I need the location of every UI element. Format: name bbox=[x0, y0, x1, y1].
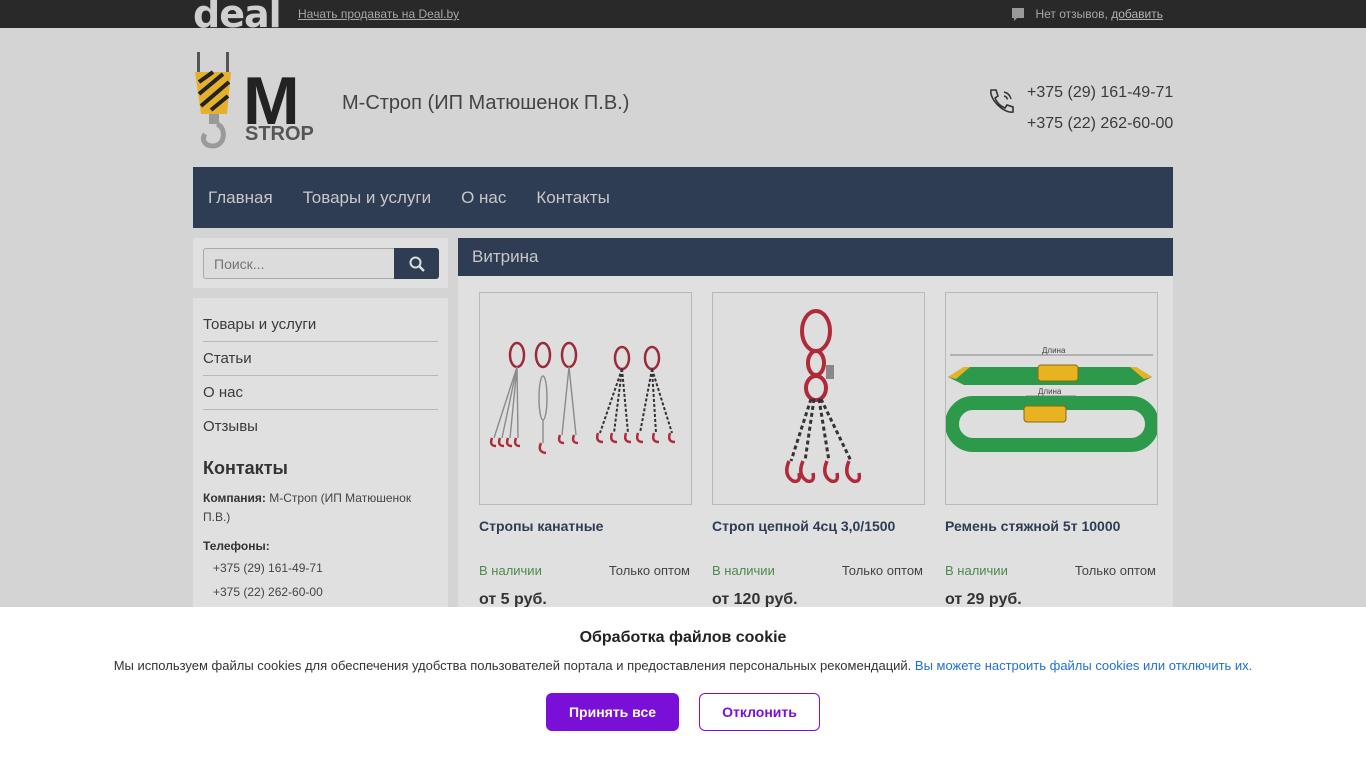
product-title[interactable]: Ремень стяжной 5т 10000 bbox=[945, 518, 1158, 558]
reviews-text: Нет отзывов, bbox=[1035, 7, 1108, 21]
hook-logo-icon: M STROP bbox=[195, 52, 314, 149]
stock-status: В наличии bbox=[479, 563, 542, 578]
product-card[interactable]: Строп цепной 4сц 3,0/1500 В наличии Толь… bbox=[712, 292, 925, 609]
contacts-title: Контакты bbox=[203, 458, 288, 478]
logo-word: STROP bbox=[245, 123, 314, 145]
product-image[interactable] bbox=[479, 292, 692, 505]
product-card[interactable]: Стропы канатные В наличии Только оптом о… bbox=[479, 292, 692, 609]
cookie-text: Мы используем файлы cookies для обеспече… bbox=[0, 658, 1366, 673]
stock-status: В наличии bbox=[945, 563, 1008, 578]
sidebar-item-products[interactable]: Товары и услуги bbox=[203, 308, 438, 342]
search-icon bbox=[409, 256, 425, 272]
cookie-buttons: Принять все Отклонить bbox=[0, 693, 1366, 731]
cookie-description: Мы используем файлы cookies для обеспече… bbox=[113, 658, 912, 673]
wholesale-label: Только оптом bbox=[608, 563, 690, 578]
sidebar: Товары и услуги Статьи О нас Отзывы Конт… bbox=[193, 298, 448, 618]
product-meta: В наличии Только оптом bbox=[945, 563, 1158, 578]
nav-item-home[interactable]: Главная bbox=[208, 188, 273, 208]
sidebar-item-about[interactable]: О нас bbox=[203, 376, 438, 410]
phones-label: Телефоны: bbox=[203, 539, 270, 553]
stock-status: В наличии bbox=[712, 563, 775, 578]
ratchet-strap-image: Длина Длина bbox=[946, 346, 1157, 452]
product-title[interactable]: Строп цепной 4сц 3,0/1500 bbox=[712, 518, 925, 558]
product-image[interactable]: Длина Длина bbox=[945, 292, 1158, 505]
cookie-banner: Обработка файлов cookie Мы используем фа… bbox=[0, 607, 1366, 768]
showcase: Витрина Стропы канатные В наличии Только… bbox=[458, 238, 1173, 618]
phone-icon bbox=[990, 89, 1014, 113]
header-phones: +375 (29) 161-49-71 +375 (22) 262-60-00 bbox=[1027, 77, 1173, 139]
search-box bbox=[193, 238, 448, 288]
product-title[interactable]: Стропы канатные bbox=[479, 518, 692, 558]
wholesale-label: Только оптом bbox=[841, 563, 923, 578]
cookie-title: Обработка файлов cookie bbox=[579, 629, 787, 646]
add-review-link[interactable]: добавить bbox=[1111, 7, 1163, 21]
sidebar-item-articles[interactable]: Статьи bbox=[203, 342, 438, 376]
rope-slings-image bbox=[489, 341, 676, 455]
product-meta: В наличии Только оптом bbox=[479, 563, 692, 578]
reviews-info: Нет отзывов, добавить bbox=[1035, 7, 1163, 21]
contact-company: Компания: М-Строп (ИП Матюшенок П.В.) bbox=[203, 489, 438, 527]
nav-item-contacts[interactable]: Контакты bbox=[536, 188, 609, 208]
comment-icon bbox=[1012, 8, 1024, 21]
header-phone[interactable]: +375 (29) 161-49-71 bbox=[1027, 77, 1173, 108]
cookie-settings-link[interactable]: Вы можете настроить файлы cookies или от… bbox=[915, 658, 1252, 673]
wholesale-label: Только оптом bbox=[1074, 563, 1156, 578]
search-button[interactable] bbox=[394, 248, 439, 279]
top-bar: deal Начать продавать на Deal.by Нет отз… bbox=[0, 0, 1366, 34]
product-image[interactable] bbox=[712, 292, 925, 505]
length-label: Длина bbox=[1042, 346, 1066, 355]
company-name: М-Строп (ИП Матюшенок П.В.) bbox=[342, 92, 630, 114]
sidebar-menu: Товары и услуги Статьи О нас Отзывы bbox=[203, 308, 438, 444]
product-card[interactable]: Длина Длина Ремень стяжной 5т 10000 В на… bbox=[945, 292, 1158, 609]
nav-item-products[interactable]: Товары и услуги bbox=[303, 188, 431, 208]
search-input[interactable] bbox=[203, 248, 395, 279]
nav-item-about[interactable]: О нас bbox=[461, 188, 506, 208]
sidebar-phone[interactable]: +375 (22) 262-60-00 bbox=[203, 580, 438, 604]
header-phone[interactable]: +375 (22) 262-60-00 bbox=[1027, 108, 1173, 139]
showcase-title: Витрина bbox=[458, 238, 1173, 276]
accept-all-button[interactable]: Принять все bbox=[546, 693, 679, 731]
product-meta: В наличии Только оптом bbox=[712, 563, 925, 578]
decline-button[interactable]: Отклонить bbox=[699, 693, 820, 731]
contact-phones: Телефоны: bbox=[203, 537, 438, 556]
length-label: Длина bbox=[1038, 387, 1062, 396]
sidebar-phone[interactable]: +375 (29) 161-49-71 bbox=[203, 556, 438, 580]
deal-logo[interactable]: deal bbox=[193, 0, 282, 34]
company-logo[interactable]: M STROP bbox=[193, 52, 323, 150]
sidebar-item-reviews[interactable]: Отзывы bbox=[203, 410, 438, 444]
company-label: Компания: bbox=[203, 491, 266, 505]
chain-sling-image bbox=[785, 309, 862, 484]
start-selling-link[interactable]: Начать продавать на Deal.by bbox=[298, 7, 459, 21]
main-nav: Главная Товары и услуги О нас Контакты bbox=[193, 167, 1173, 228]
